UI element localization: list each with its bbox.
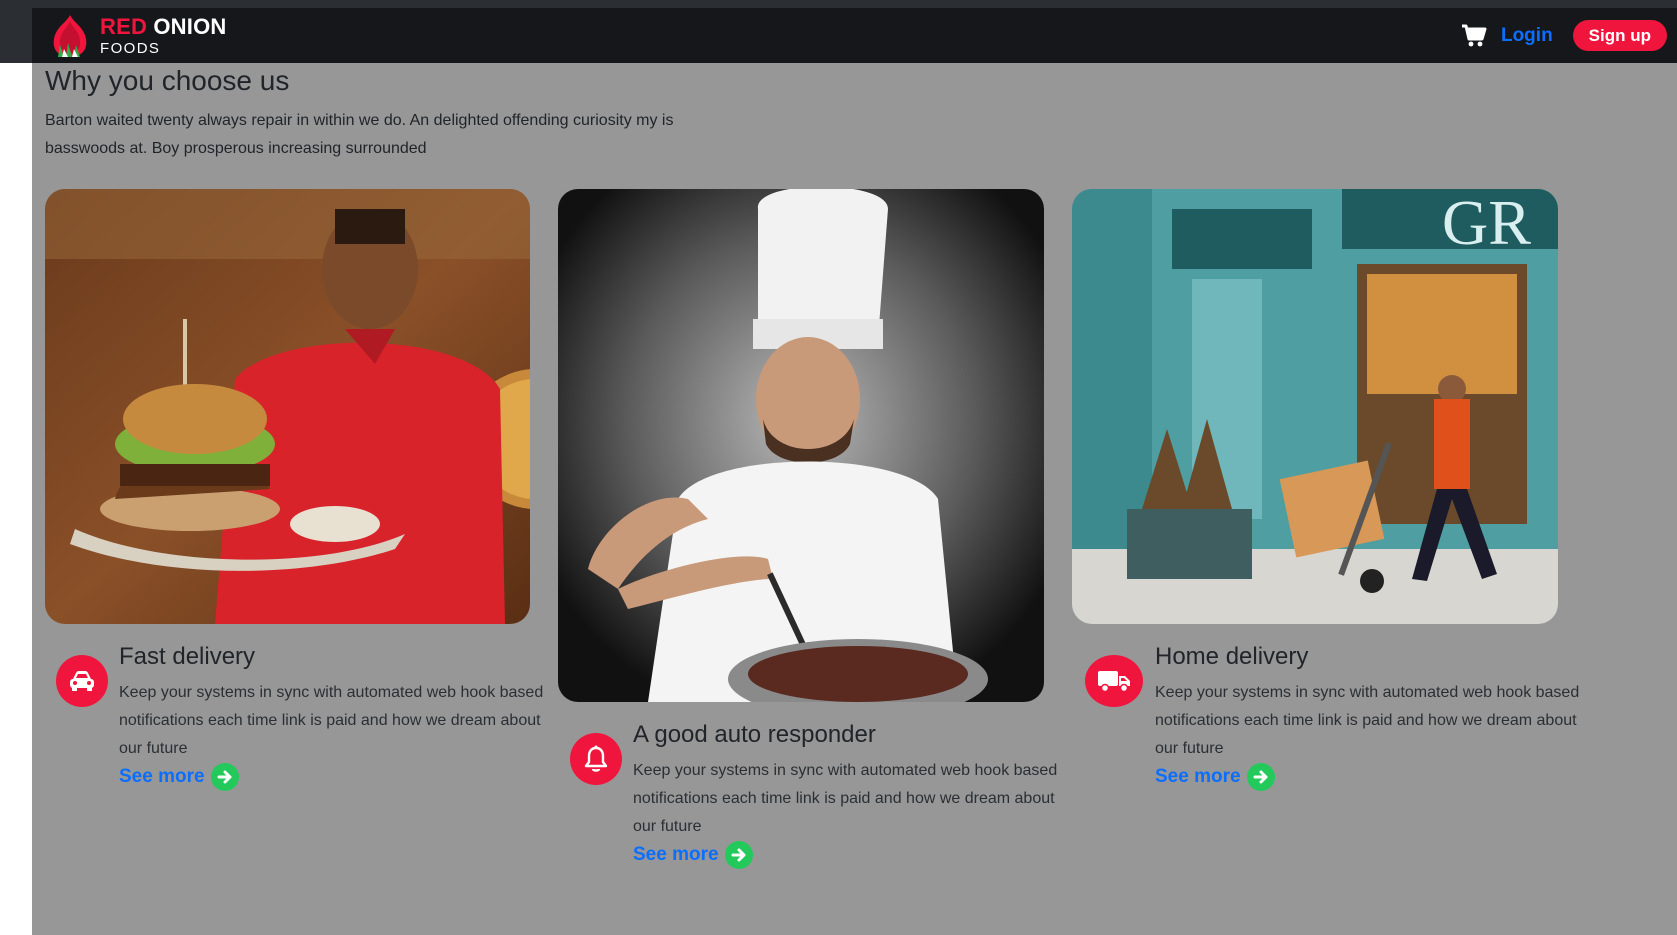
feature-description: Keep your systems in sync with automated… [1155, 684, 1580, 757]
navbar-left-gap [0, 8, 32, 63]
section-title: Why you choose us [45, 65, 290, 96]
bell-icon [570, 733, 622, 785]
top-strip [0, 0, 1677, 8]
why-choose-us-section: Why you choose us Barton waited twenty a… [32, 63, 1677, 935]
feature-description: Keep your systems in sync with automated… [633, 762, 1058, 835]
login-link[interactable]: Login [1501, 25, 1553, 47]
feature-title: Fast delivery [119, 643, 256, 670]
see-more-label[interactable]: See more [1155, 766, 1241, 788]
svg-text:GR: GR [1442, 189, 1531, 258]
see-more-link[interactable]: See more [119, 763, 549, 791]
car-icon [56, 655, 108, 707]
arrow-right-icon[interactable] [210, 763, 239, 791]
feature-title: A good auto responder [633, 721, 876, 748]
see-more-link[interactable]: See more [633, 841, 1063, 869]
feature-title: Home delivery [1155, 643, 1309, 670]
onion-logo-icon [53, 14, 87, 57]
feature-description: Keep your systems in sync with automated… [119, 684, 544, 757]
brand-name-white: ONION [153, 13, 227, 39]
auto-responder-image [558, 189, 1044, 702]
truck-icon [1085, 655, 1143, 707]
shopping-cart-icon[interactable] [1461, 24, 1487, 48]
see-more-label[interactable]: See more [119, 766, 205, 788]
fast-delivery-image [45, 189, 530, 624]
navbar: RED ONION FOODS Login Sign up [32, 8, 1677, 63]
see-more-link[interactable]: See more [1155, 763, 1585, 791]
brand-subtitle: FOODS [100, 39, 161, 57]
see-more-label[interactable]: See more [633, 844, 719, 866]
arrow-right-icon[interactable] [724, 841, 753, 869]
brand-logo-link[interactable]: RED ONION FOODS [48, 8, 227, 63]
signup-button[interactable]: Sign up [1572, 20, 1667, 51]
brand-name-red: RED [100, 13, 148, 39]
navbar-actions: Login Sign up [1461, 8, 1667, 63]
home-delivery-image: GR [1072, 189, 1558, 624]
section-intro: Barton waited twenty always repair in wi… [45, 112, 674, 157]
arrow-right-icon[interactable] [1246, 763, 1275, 791]
